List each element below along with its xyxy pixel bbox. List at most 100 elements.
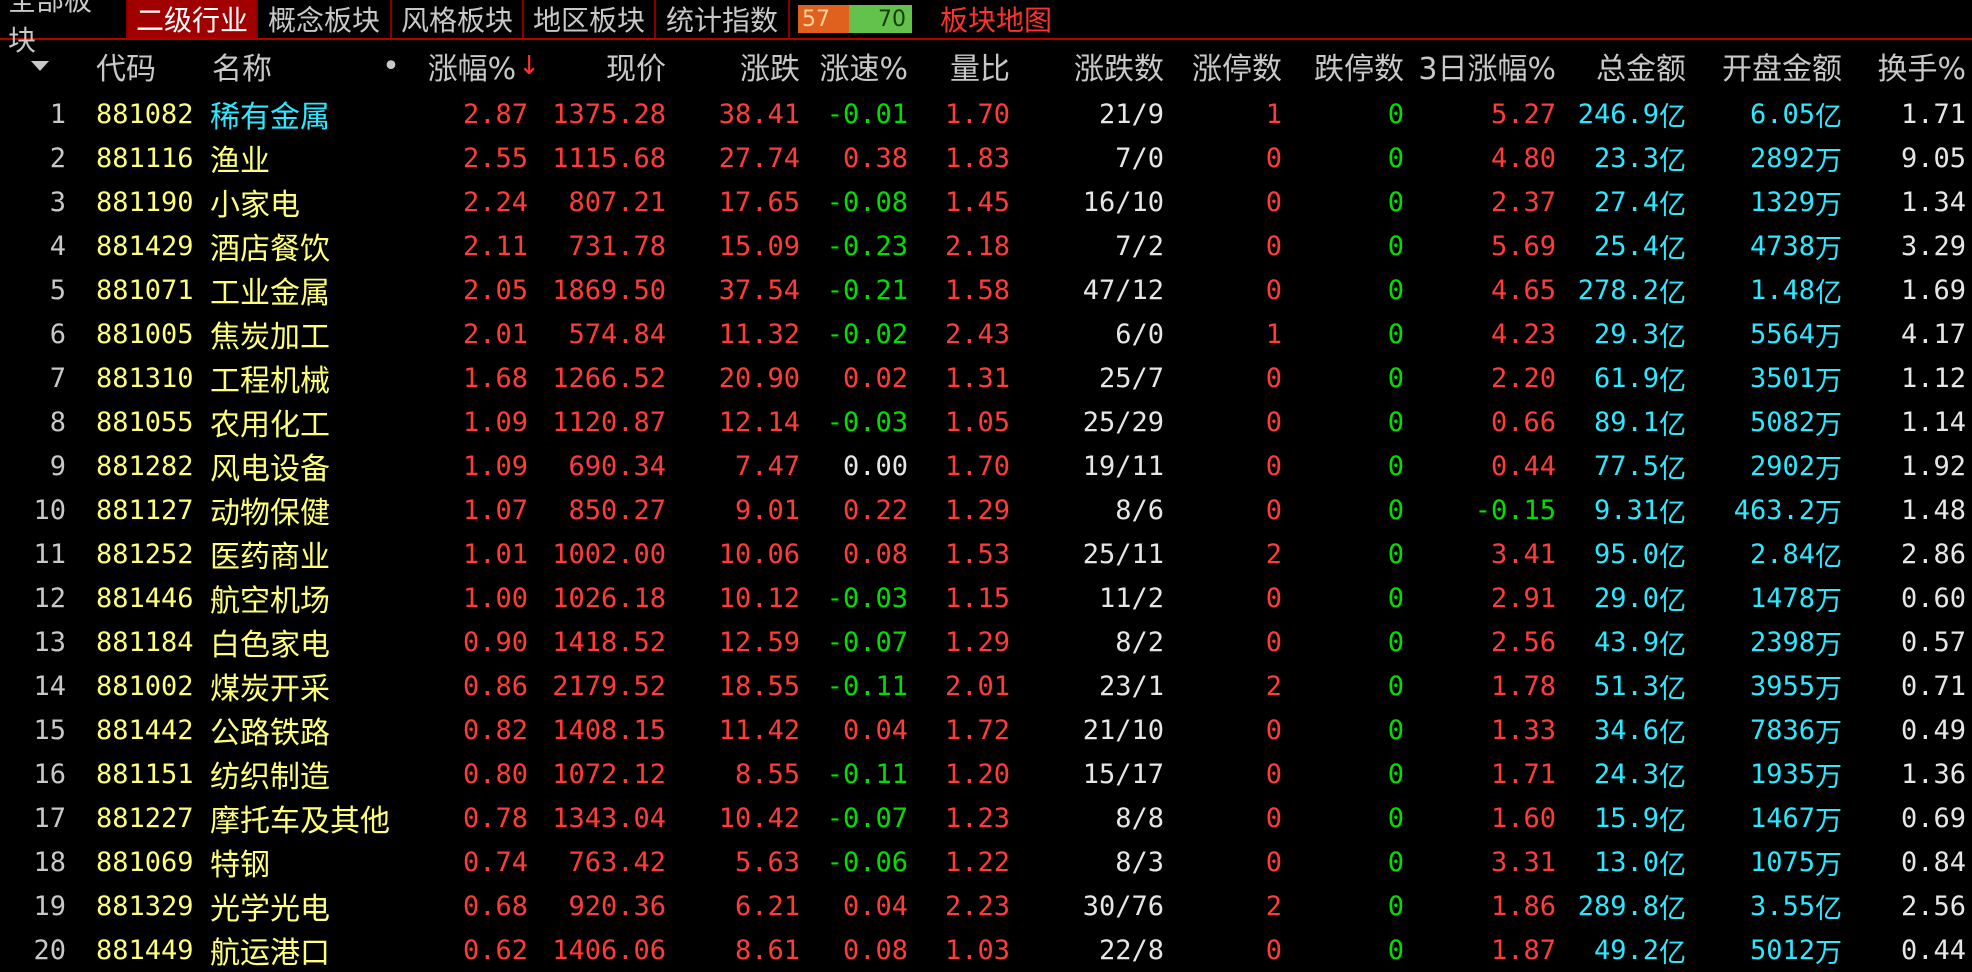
row-total-amount: 13.0 亿	[1556, 840, 1686, 884]
row-open-amount-unit: 万	[1815, 409, 1842, 441]
tab-region-boards[interactable]: 地区板块	[524, 0, 656, 38]
row-limit-down: 0	[1387, 582, 1404, 614]
row-turnover: 3.29	[1900, 230, 1966, 262]
table-row[interactable]: 7 881310 工程机械 1.68 1266.52 20.90 0.02 1.31 25/7 0…	[0, 356, 1972, 400]
header-speed[interactable]: 涨速%	[800, 40, 908, 92]
row-turnover: 0.60	[1900, 582, 1966, 614]
table-row[interactable]: 4 881429 酒店餐饮 2.11 731.78 15.09 -0.23 2.18 7/2 0 0…	[0, 224, 1972, 268]
board-map-button[interactable]: 板块地图	[940, 0, 1052, 38]
row-index: 18	[33, 846, 66, 878]
table-row[interactable]: 18 881069 特钢 0.74 763.42 5.63 -0.06 1.22 8/3 0 0 3.…	[0, 840, 1972, 884]
row-code: 881429	[96, 230, 194, 262]
table-row[interactable]: 19 881329 光学光电 0.68 920.36 6.21 0.04 2.23 30/76 2…	[0, 884, 1972, 928]
row-total-amount-value: 15.9	[1593, 802, 1659, 834]
row-price: 2179.52	[552, 670, 666, 702]
row-limit-up: 0	[1265, 406, 1282, 438]
down-count: 70	[849, 5, 912, 33]
row-turnover: 4.17	[1900, 318, 1966, 350]
row-limit-up: 0	[1265, 846, 1282, 878]
header-total-amount[interactable]: 总金额	[1556, 40, 1686, 92]
row-change-pct: 0.78	[462, 802, 528, 834]
row-open-amount-value: 1.48	[1749, 274, 1815, 306]
header-volume-ratio[interactable]: 量比	[910, 40, 1010, 92]
header-name[interactable]: 名称	[212, 40, 342, 92]
header-price[interactable]: 现价	[540, 40, 666, 92]
table-row[interactable]: 15 881442 公路铁路 0.82 1408.15 11.42 0.04 1.72 21/1…	[0, 708, 1972, 752]
tab-all-boards[interactable]: 全部板块	[0, 0, 128, 57]
row-volume-ratio: 1.70	[944, 450, 1010, 482]
row-open-amount: 1075 万	[1686, 840, 1842, 884]
row-speed: -0.08	[826, 186, 908, 218]
row-open-amount-value: 1478	[1749, 582, 1815, 614]
row-volume-ratio: 1.45	[944, 186, 1010, 218]
row-limit-up: 0	[1265, 362, 1282, 394]
row-total-amount-unit: 亿	[1659, 189, 1686, 221]
row-total-amount-unit: 亿	[1659, 717, 1686, 749]
row-change: 9.01	[734, 494, 800, 526]
header-limit-down[interactable]: 跌停数	[1282, 40, 1404, 92]
table-row[interactable]: 9 881282 风电设备 1.09 690.34 7.47 0.00 1.70 19/11 0 0…	[0, 444, 1972, 488]
row-volume-ratio: 1.15	[944, 582, 1010, 614]
table-row[interactable]: 8 881055 农用化工 1.09 1120.87 12.14 -0.03 1.05 25/2…	[0, 400, 1972, 444]
table-row[interactable]: 5 881071 工业金属 2.05 1869.50 37.54 -0.21 1.58 47/1…	[0, 268, 1972, 312]
row-change: 12.59	[718, 626, 800, 658]
row-total-amount: 27.4 亿	[1556, 180, 1686, 224]
table-row[interactable]: 12 881446 航空机场 1.00 1026.18 10.12 -0.03 1.15 11/…	[0, 576, 1972, 620]
tab-concept-boards[interactable]: 概念板块	[258, 0, 392, 38]
row-total-amount-unit: 亿	[1659, 409, 1686, 441]
row-volume-ratio: 1.29	[944, 626, 1010, 658]
row-open-amount-value: 3955	[1749, 670, 1815, 702]
table-row[interactable]: 3 881190 小家电 2.24 807.21 17.65 -0.08 1.45 16/10 0…	[0, 180, 1972, 224]
table-row[interactable]: 17 881227 摩托车及其他 0.78 1343.04 10.42 -0.07 1.23 8…	[0, 796, 1972, 840]
row-total-amount-unit: 亿	[1659, 629, 1686, 661]
header-change-pct[interactable]: 涨幅% ↓	[400, 40, 540, 92]
row-name: 医药商业	[210, 540, 330, 575]
tab-statistics-index[interactable]: 统计指数	[656, 0, 790, 38]
header-3day-change[interactable]: 3日涨幅%	[1404, 40, 1556, 92]
table-row[interactable]: 10 881127 动物保健 1.07 850.27 9.01 0.22 1.29 8/6 0 0 -…	[0, 488, 1972, 532]
header-open-amount[interactable]: 开盘金额	[1686, 40, 1842, 92]
row-3day-change: 1.60	[1490, 802, 1556, 834]
table-row[interactable]: 2 881116 渔业 2.55 1115.68 27.74 0.38 1.83 7/0 0 0 4.…	[0, 136, 1972, 180]
row-open-amount: 5564 万	[1686, 312, 1842, 356]
tab-secondary-industry[interactable]: 二级行业	[128, 0, 258, 38]
row-total-amount-value: 9.31	[1593, 494, 1659, 526]
table-row[interactable]: 14 881002 煤炭开采 0.86 2179.52 18.55 -0.11 2.01 23/…	[0, 664, 1972, 708]
header-limit-up[interactable]: 涨停数	[1164, 40, 1282, 92]
header-code[interactable]: 代码	[96, 40, 196, 92]
row-limit-down: 0	[1387, 230, 1404, 262]
row-name: 酒店餐饮	[210, 232, 330, 267]
row-open-amount-unit: 万	[1815, 365, 1842, 397]
header-turnover[interactable]: 换手%	[1842, 40, 1966, 92]
row-code: 881190	[96, 186, 194, 218]
table-row[interactable]: 6 881005 焦炭加工 2.01 574.84 11.32 -0.02 2.43 6/0 1 0…	[0, 312, 1972, 356]
row-turnover: 1.34	[1900, 186, 1966, 218]
table-row[interactable]: 1 881082 稀有金属 2.87 1375.28 38.41 -0.01 1.70 21/9…	[0, 92, 1972, 136]
row-3day-change: 5.27	[1490, 98, 1556, 130]
row-up-down-count: 11/2	[1098, 582, 1164, 614]
row-open-amount-value: 1075	[1749, 846, 1815, 878]
row-name: 农用化工	[210, 408, 330, 443]
row-total-amount: 24.3 亿	[1556, 752, 1686, 796]
row-price: 1115.68	[552, 142, 666, 174]
row-3day-change: 0.44	[1490, 450, 1556, 482]
row-3day-change: 3.41	[1490, 538, 1556, 570]
row-up-down-count: 25/11	[1082, 538, 1164, 570]
row-total-amount-unit: 亿	[1659, 893, 1686, 925]
row-code: 881184	[96, 626, 194, 658]
row-price: 731.78	[568, 230, 666, 262]
row-3day-change: 2.91	[1490, 582, 1556, 614]
row-speed: 0.04	[842, 890, 908, 922]
column-menu-toggle[interactable]	[20, 40, 60, 92]
table-row[interactable]: 16 881151 纺织制造 0.80 1072.12 8.55 -0.11 1.20 15/1…	[0, 752, 1972, 796]
table-row[interactable]: 13 881184 白色家电 0.90 1418.52 12.59 -0.07 1.29 8/2…	[0, 620, 1972, 664]
row-total-amount-value: 289.8	[1577, 890, 1659, 922]
tab-style-boards[interactable]: 风格板块	[392, 0, 524, 38]
table-row[interactable]: 20 881449 航运港口 0.62 1406.06 8.61 0.08 1.03 22/8 0…	[0, 928, 1972, 972]
header-up-down-count[interactable]: 涨跌数	[1040, 40, 1164, 92]
row-index: 17	[33, 802, 66, 834]
header-change[interactable]: 涨跌	[680, 40, 800, 92]
row-total-amount: 25.4 亿	[1556, 224, 1686, 268]
table-row[interactable]: 11 881252 医药商业 1.01 1002.00 10.06 0.08 1.53 25/1…	[0, 532, 1972, 576]
row-speed: 0.02	[842, 362, 908, 394]
